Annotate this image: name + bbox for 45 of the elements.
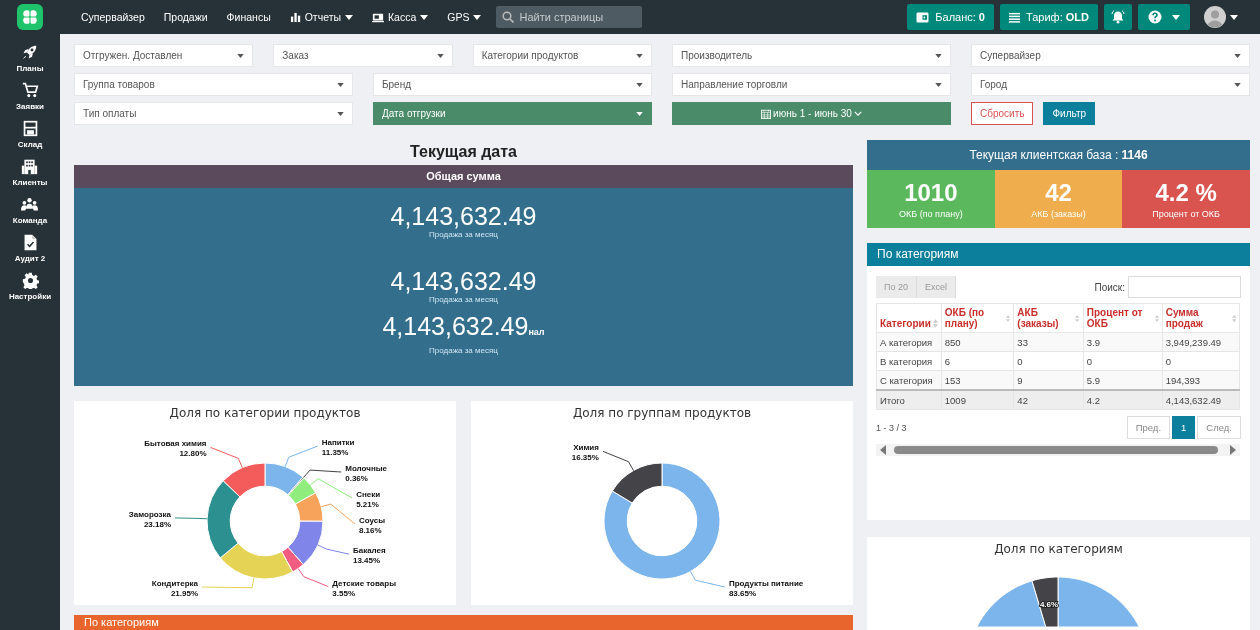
total-value: 4,143,632.49 [390, 202, 537, 230]
table-cell: 1009 [941, 390, 1014, 410]
total-value: 4,143,632.49нал [382, 312, 545, 342]
stat-label: ОКБ (по плану) [899, 209, 963, 219]
data-label: Соусы 8.16% [358, 516, 386, 536]
data-label: Напитки 11.35% [321, 438, 355, 458]
chart-title: Доля по группам продуктов [571, 405, 753, 422]
table-cell: 0 [1013, 351, 1084, 371]
panel-header: По категориям [867, 243, 1250, 266]
chart-title: Доля по категориям [993, 541, 1124, 558]
chart-title: Доля по категории продуктов [168, 405, 362, 422]
stat-label: АКБ (заказы) [1031, 209, 1086, 219]
table-info: 1 - 3 / 3 [876, 422, 907, 433]
table-cell: Итого [876, 390, 942, 410]
data-label: Химия 16.35% [571, 443, 599, 463]
table-cell: 4,143,632.49 [1162, 390, 1240, 410]
table-cell: 0 [1083, 351, 1163, 371]
data-label: Бытовая химия 12.80% [144, 439, 207, 459]
total-caption: Продажа за месяц [429, 295, 498, 304]
slice-label: 4.6% [1039, 600, 1059, 609]
data-label: Бакалея 13.45% [352, 546, 386, 566]
total-value: 4,143,632.49 [390, 267, 537, 295]
stat-value: 4.2 % [1155, 179, 1217, 207]
data-label: Кондитерка 21.95% [151, 579, 199, 598]
data-label: Снеки 5.21% [356, 490, 381, 510]
table-cell: В категория [876, 351, 942, 371]
table-cell: 6 [941, 351, 1014, 371]
table-cell: 4.2 [1083, 390, 1163, 410]
data-label: Продукты питание 83.65% [728, 579, 804, 598]
table-cell: С категория [876, 370, 942, 390]
section-header: По категориям [74, 615, 853, 630]
search-label: Поиск: [1094, 281, 1125, 293]
total-caption: Продажа за месяц [429, 230, 498, 239]
stat-value: 1010 [904, 179, 958, 207]
stat-label: Процент от ОКБ [1152, 209, 1221, 219]
stat-value: 42 [1045, 179, 1072, 207]
data-label: Детские товары 3.55% [332, 578, 396, 598]
card-header: Текущая клиентская база : 1146 [867, 140, 1250, 170]
table-cell: 42 [1013, 390, 1084, 410]
card-header: Общая сумма [74, 165, 853, 188]
table-cell: 0 [1162, 351, 1240, 371]
data-label: Заморозка 23.18% [128, 509, 172, 529]
section-title: Текущая дата [409, 142, 518, 162]
data-label: Молочные 0.36% [345, 464, 387, 484]
total-caption: Продажа за месяц [429, 346, 498, 355]
